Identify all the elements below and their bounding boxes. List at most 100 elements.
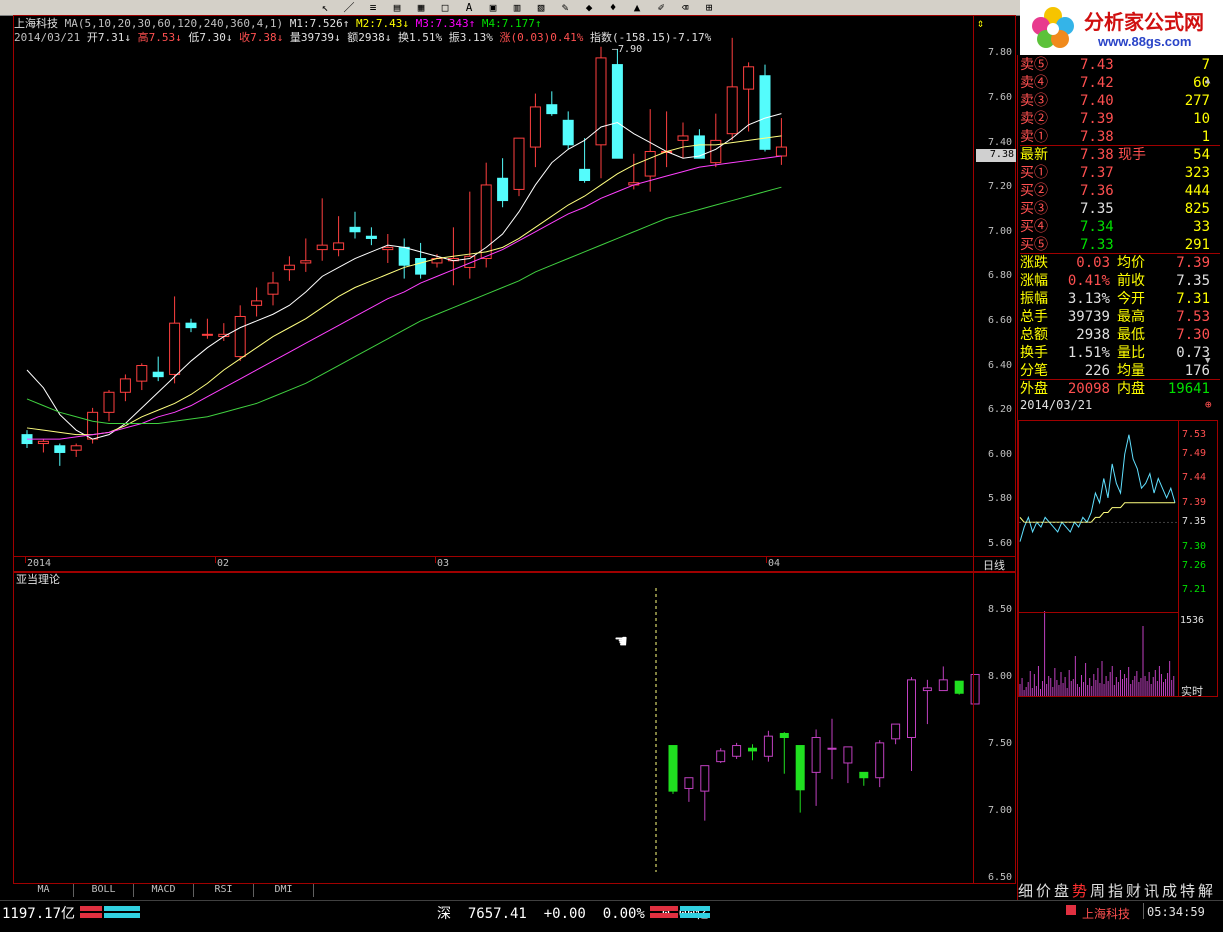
date-axis: 2014 02 03 04 (13, 557, 973, 571)
side-tab[interactable]: 势 (1072, 880, 1087, 901)
kline-candle[interactable] (152, 356, 164, 382)
candle-body (169, 322, 181, 375)
kline-candle[interactable] (37, 439, 49, 453)
side-tab[interactable]: 周 (1090, 880, 1105, 901)
status-alert-icon[interactable] (1066, 905, 1076, 915)
kline-candle[interactable] (677, 122, 689, 159)
kline-candle[interactable] (497, 158, 509, 208)
tab-boll[interactable]: BOLL (74, 884, 134, 897)
side-tab[interactable]: 价 (1036, 880, 1051, 901)
kline-candle[interactable] (185, 318, 197, 333)
mini-chart-date: 2014/03/21 (1020, 398, 1093, 412)
side-tab[interactable]: 指 (1108, 880, 1123, 901)
kline-candle[interactable] (382, 234, 394, 263)
tab-dmi[interactable]: DMI (254, 884, 314, 897)
kline-candle[interactable] (579, 138, 591, 183)
kline-candle[interactable] (349, 211, 361, 239)
kline-candle[interactable] (595, 46, 607, 179)
kline-candle[interactable] (300, 238, 312, 272)
quote-price: 7.34 (1080, 219, 1114, 235)
peak-label: —7.90 (612, 44, 643, 55)
side-tab[interactable]: 特 (1180, 880, 1195, 901)
candle-body (644, 151, 656, 177)
price-tick: 5.80 (988, 493, 1013, 505)
mini-tick: 7.21 (1182, 584, 1207, 596)
price-tick: 5.60 (988, 537, 1013, 549)
kline-candle[interactable] (562, 111, 574, 150)
kline-candle[interactable] (234, 305, 246, 362)
quote-label: 卖④ (1020, 75, 1048, 91)
tab-ma[interactable]: MA (14, 884, 74, 897)
kline-candle[interactable] (661, 111, 673, 168)
quote-label: 买① (1020, 165, 1048, 181)
stat-label: 均价 (1117, 255, 1145, 271)
date-tick: 04 (768, 558, 781, 569)
price-tick: 7.00 (988, 225, 1013, 237)
kline-candle[interactable] (70, 443, 82, 457)
side-tab[interactable]: 解 (1198, 880, 1213, 901)
mini-tick: 7.30 (1182, 540, 1207, 552)
kline-candle[interactable] (365, 227, 377, 246)
kline-candle[interactable] (611, 48, 623, 159)
kline-candle[interactable] (54, 443, 66, 466)
kline-candle[interactable] (103, 390, 115, 422)
current-price-marker: 7.38 (976, 149, 1016, 162)
kline-candle[interactable] (267, 271, 279, 306)
kline-candle[interactable] (513, 137, 525, 197)
realtime-label[interactable]: 实时 (1181, 683, 1203, 699)
date-tick: 2014 (27, 558, 52, 569)
quote-label: 买③ (1020, 201, 1048, 217)
tab-macd[interactable]: MACD (134, 884, 194, 897)
kline-candle[interactable] (283, 256, 295, 281)
date-tick: 03 (437, 558, 450, 569)
flower-logo-icon (1032, 7, 1074, 48)
candle-body (349, 226, 361, 233)
candle-body (251, 300, 263, 306)
kline-candle[interactable] (529, 93, 541, 168)
sz-bar (650, 906, 710, 918)
stat-label: 换手 (1020, 345, 1048, 361)
quote-label: 卖③ (1020, 93, 1048, 109)
kline-candle[interactable] (251, 287, 263, 317)
tab-rsi[interactable]: RSI (194, 884, 254, 897)
kline-candle[interactable] (726, 37, 738, 141)
quote-scrollbar[interactable]: ▲ ▼ (1205, 56, 1215, 398)
quote-price: 7.42 (1080, 75, 1114, 91)
mini-tick: 7.35 (1182, 516, 1207, 528)
mini-chart-close-icon[interactable]: ⊕ (1205, 398, 1212, 411)
date-tick-line (25, 557, 26, 563)
outer-label: 外盘 (1020, 381, 1048, 397)
kline-candle[interactable] (710, 113, 722, 168)
side-tab[interactable]: 讯 (1144, 880, 1159, 901)
kline-candle[interactable] (775, 118, 787, 165)
side-tab[interactable]: 细 (1018, 880, 1033, 901)
kline-candle[interactable] (201, 318, 213, 339)
kline-candle[interactable] (316, 198, 328, 261)
kline-candle[interactable] (693, 129, 705, 159)
kline-candle[interactable] (464, 191, 476, 279)
status-stock[interactable]: 上海科技 (1082, 905, 1130, 922)
inner-label: 内盘 (1117, 381, 1145, 397)
logo-url[interactable]: www.88gs.com (1098, 34, 1191, 49)
period-label[interactable]: 日线 (983, 557, 1005, 573)
side-tab[interactable]: 成 (1162, 880, 1177, 901)
candle-body (743, 66, 755, 90)
quote-price: 7.36 (1080, 183, 1114, 199)
side-tab[interactable]: 盘 (1054, 880, 1069, 901)
ma-line-m4 (26, 186, 782, 424)
stat-value: 1.51% (1067, 345, 1110, 361)
kline-candle[interactable] (415, 242, 427, 279)
kline-candle[interactable] (333, 216, 345, 257)
kline-candle[interactable] (743, 62, 755, 132)
candle-body (234, 315, 246, 358)
kline-candle[interactable] (546, 91, 558, 116)
candle-body (365, 235, 377, 239)
kline-candle[interactable] (169, 296, 181, 384)
mini-chart-axis: 7.53 7.49 7.44 7.39 7.35 7.30 7.26 7.21 (1180, 420, 1220, 620)
candle-body (70, 445, 82, 451)
candle-body (497, 177, 509, 202)
kline-candle[interactable] (136, 363, 148, 391)
side-tab[interactable]: 财 (1126, 880, 1141, 901)
kline-candle[interactable] (119, 374, 131, 402)
kline-candle[interactable] (398, 238, 410, 279)
